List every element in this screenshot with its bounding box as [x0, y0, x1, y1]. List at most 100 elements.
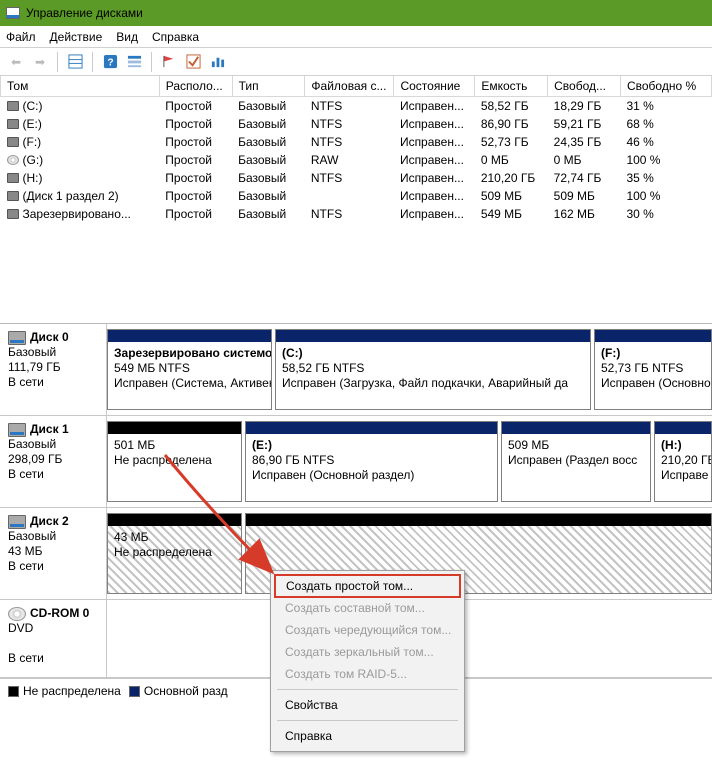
table-row[interactable]: Зарезервировано...ПростойБазовыйNTFSИспр…	[1, 205, 712, 223]
disk-info[interactable]: Диск 0Базовый111,79 ГБВ сети	[0, 324, 107, 415]
list-icon[interactable]	[124, 52, 144, 72]
cell-capacity: 509 МБ	[475, 187, 548, 205]
col-fs[interactable]: Файловая с...	[305, 76, 394, 96]
cell-freepct: 68 %	[620, 115, 711, 133]
forward-button[interactable]: ➡	[30, 52, 50, 72]
volume-name: (F:)	[23, 135, 42, 149]
cell-state: Исправен...	[394, 151, 475, 169]
disk-name: Диск 1	[30, 422, 69, 436]
col-capacity[interactable]: Емкость	[475, 76, 548, 96]
menu-action[interactable]: Действие	[50, 30, 103, 44]
partition-body: 509 МБИсправен (Раздел восс	[502, 434, 650, 501]
cell-layout: Простой	[159, 169, 232, 187]
stats-icon[interactable]	[207, 52, 227, 72]
cell-state: Исправен...	[394, 187, 475, 205]
cell-state: Исправен...	[394, 169, 475, 187]
disk-type: DVD	[8, 621, 100, 636]
cell-capacity: 52,73 ГБ	[475, 133, 548, 151]
cell-fs: RAW	[305, 151, 394, 169]
flag-icon[interactable]	[159, 52, 179, 72]
ctx-create-simple[interactable]: Создать простой том...	[274, 574, 461, 598]
menu-view[interactable]: Вид	[116, 30, 138, 44]
partition[interactable]: 509 МБИсправен (Раздел восс	[501, 421, 651, 502]
check-icon[interactable]	[183, 52, 203, 72]
partition-color-bar	[108, 514, 241, 526]
disk-size: 43 МБ	[8, 544, 100, 559]
drive-icon	[8, 515, 26, 529]
partition-color-bar	[246, 514, 711, 526]
partition[interactable]: 501 МБНе распределена	[107, 421, 242, 502]
col-tom[interactable]: Том	[1, 76, 160, 96]
disk-size: 298,09 ГБ	[8, 452, 100, 467]
ctx-create-striped: Создать чередующийся том...	[273, 619, 462, 641]
col-state[interactable]: Состояние	[394, 76, 475, 96]
disk-name: CD-ROM 0	[30, 606, 89, 620]
col-free[interactable]: Свобод...	[548, 76, 621, 96]
cell-freepct: 35 %	[620, 169, 711, 187]
cell-freepct: 31 %	[620, 96, 711, 115]
partition-title: (F:)	[601, 346, 705, 361]
partition-body: (E:)86,90 ГБ NTFSИсправен (Основной разд…	[246, 434, 497, 501]
disk-info[interactable]: CD-ROM 0DVD В сети	[0, 600, 107, 677]
partition[interactable]: (F:)52,73 ГБ NTFSИсправен (Основной р	[594, 329, 712, 410]
menu-file[interactable]: Файл	[6, 30, 36, 44]
cell-fs: NTFS	[305, 96, 394, 115]
ctx-properties[interactable]: Свойства	[273, 694, 462, 716]
ctx-separator	[277, 689, 458, 690]
table-row[interactable]: (F:)ПростойБазовыйNTFSИсправен...52,73 Г…	[1, 133, 712, 151]
grid-icon[interactable]	[65, 52, 85, 72]
table-row[interactable]: (H:)ПростойБазовыйNTFSИсправен...210,20 …	[1, 169, 712, 187]
partition[interactable]: (E:)86,90 ГБ NTFSИсправен (Основной разд…	[245, 421, 498, 502]
partition[interactable]: (C:)58,52 ГБ NTFSИсправен (Загрузка, Фай…	[275, 329, 591, 410]
disk-info[interactable]: Диск 2Базовый43 МБВ сети	[0, 508, 107, 599]
cell-free: 162 МБ	[548, 205, 621, 223]
partition-body: 501 МБНе распределена	[108, 434, 241, 501]
partition-color-bar	[595, 330, 711, 342]
partition-state: Исправен (Раздел восс	[508, 453, 644, 468]
cell-type: Базовый	[232, 187, 305, 205]
ctx-help[interactable]: Справка	[273, 725, 462, 747]
col-type[interactable]: Тип	[232, 76, 305, 96]
cell-capacity: 210,20 ГБ	[475, 169, 548, 187]
col-layout[interactable]: Располо...	[159, 76, 232, 96]
ctx-create-raid: Создать том RAID-5...	[273, 663, 462, 685]
partition-body: Зарезервировано системой549 МБ NTFSИспра…	[108, 342, 271, 409]
disk-type: Базовый	[8, 437, 100, 452]
cell-type: Базовый	[232, 96, 305, 115]
partition[interactable]: (H:)210,20 ГБИсправе	[654, 421, 712, 502]
volume-name: (Диск 1 раздел 2)	[23, 189, 119, 203]
cell-free: 0 МБ	[548, 151, 621, 169]
titlebar: Управление дисками	[0, 0, 712, 26]
table-row[interactable]: (Диск 1 раздел 2)ПростойБазовыйИсправен.…	[1, 187, 712, 205]
volume-name: (H:)	[23, 171, 43, 185]
help-icon[interactable]: ?	[100, 52, 120, 72]
ctx-separator	[277, 720, 458, 721]
cell-free: 72,74 ГБ	[548, 169, 621, 187]
col-freepct[interactable]: Свободно %	[620, 76, 711, 96]
menu-help[interactable]: Справка	[152, 30, 199, 44]
drive-icon	[7, 119, 19, 129]
table-row[interactable]: (G:)ПростойБазовыйRAWИсправен...0 МБ0 МБ…	[1, 151, 712, 169]
table-row[interactable]: (E:)ПростойБазовыйNTFSИсправен...86,90 Г…	[1, 115, 712, 133]
table-row[interactable]: (C:)ПростойБазовыйNTFSИсправен...58,52 Г…	[1, 96, 712, 115]
partition-body: (F:)52,73 ГБ NTFSИсправен (Основной р	[595, 342, 711, 409]
cell-free: 509 МБ	[548, 187, 621, 205]
volume-table: Том Располо... Тип Файловая с... Состоян…	[0, 76, 712, 223]
partition-state: Не распределена	[114, 545, 235, 560]
cell-capacity: 86,90 ГБ	[475, 115, 548, 133]
partition[interactable]: 43 МБНе распределена	[107, 513, 242, 594]
cell-free: 18,29 ГБ	[548, 96, 621, 115]
cell-freepct: 100 %	[620, 151, 711, 169]
partition-sub: 501 МБ	[114, 438, 235, 453]
partition-color-bar	[655, 422, 711, 434]
back-button[interactable]: ⬅	[6, 52, 26, 72]
legend-unallocated: Не распределена	[8, 684, 121, 698]
disk-info[interactable]: Диск 1Базовый298,09 ГБВ сети	[0, 416, 107, 507]
cell-free: 24,35 ГБ	[548, 133, 621, 151]
volume-name: Зарезервировано...	[23, 207, 131, 221]
partition[interactable]: Зарезервировано системой549 МБ NTFSИспра…	[107, 329, 272, 410]
partition-sub: 43 МБ	[114, 530, 235, 545]
cell-layout: Простой	[159, 115, 232, 133]
cell-layout: Простой	[159, 151, 232, 169]
disk-partitions: Зарезервировано системой549 МБ NTFSИспра…	[107, 324, 712, 415]
